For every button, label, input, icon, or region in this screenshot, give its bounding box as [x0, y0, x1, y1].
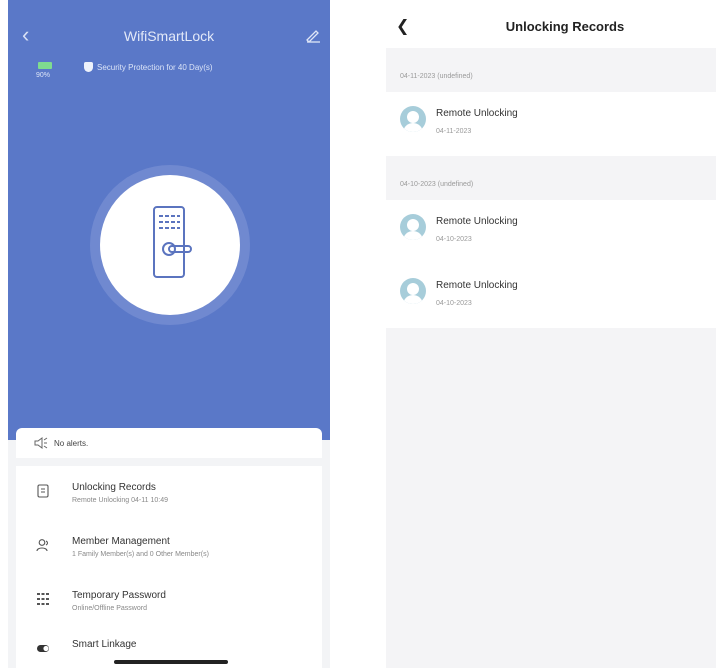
menu-item-title: Smart Linkage [72, 639, 137, 650]
menu-item-title: Member Management [72, 536, 170, 547]
page-title: WifiSmartLock [123, 28, 215, 44]
avatar [400, 214, 426, 240]
record-name: Remote Unlocking [436, 108, 518, 119]
battery-indicator: 90% [36, 62, 56, 79]
menu-item-title: Temporary Password [72, 590, 166, 601]
menu-item-title: Unlocking Records [72, 482, 156, 493]
record-item[interactable]: Remote Unlocking 04-10-2023 [386, 264, 716, 328]
alerts-bar: No alerts. [16, 428, 322, 458]
avatar [400, 106, 426, 132]
menu-item-subtitle: 1 Family Member(s) and 0 Other Member(s) [72, 551, 209, 558]
record-date: 04-10-2023 [436, 300, 472, 307]
battery-icon [38, 62, 52, 69]
battery-percent: 90% [36, 72, 51, 79]
menu-item-temporary-password[interactable]: Temporary Password Online/Offline Passwo… [16, 580, 322, 630]
shield-check-icon [84, 62, 93, 72]
lock-home-screen: ‹ WifiSmartLock 90% Security Protection … [8, 0, 330, 668]
record-date: 04-10-2023 [436, 236, 472, 243]
records-header: ❮ Unlocking Records [386, 0, 716, 48]
door-lock-icon [153, 206, 192, 278]
alerts-text: No alerts. [54, 438, 89, 448]
document-icon [37, 484, 49, 498]
speaker-icon [34, 437, 48, 449]
unlocking-records-screen: ❮ Unlocking Records 04-11-2023 (undefine… [386, 0, 716, 668]
record-item[interactable]: Remote Unlocking 04-11-2023 [386, 92, 716, 156]
menu-item-subtitle: Online/Offline Password [72, 605, 147, 612]
home-indicator [114, 660, 228, 664]
lock-hero-panel: ‹ WifiSmartLock 90% Security Protection … [8, 0, 330, 440]
menu-item-member-management[interactable]: Member Management 1 Family Member(s) and… [16, 526, 322, 576]
security-status: Security Protection for 40 Day(s) [84, 62, 213, 72]
menu-item-subtitle: Remote Unlocking 04-11 10:49 [72, 497, 168, 504]
page-title: Unlocking Records [505, 19, 625, 34]
record-name: Remote Unlocking [436, 216, 518, 227]
menu-item-unlocking-records[interactable]: Unlocking Records Remote Unlocking 04-11… [16, 472, 322, 522]
avatar [400, 278, 426, 304]
date-group-header: 04-10-2023 (undefined) [400, 181, 474, 188]
toggle-icon [37, 645, 49, 652]
top-bar: ‹ WifiSmartLock [8, 22, 330, 52]
record-item[interactable]: Remote Unlocking 04-10-2023 [386, 200, 716, 264]
keypad-icon [37, 593, 49, 605]
record-date: 04-11-2023 [436, 128, 472, 135]
date-group-header: 04-11-2023 (undefined) [400, 73, 473, 80]
edit-pencil-icon[interactable] [304, 26, 322, 44]
security-text: Security Protection for 40 Day(s) [97, 62, 213, 72]
record-name: Remote Unlocking [436, 280, 518, 291]
members-icon [36, 539, 48, 552]
feature-menu: Unlocking Records Remote Unlocking 04-11… [16, 466, 322, 668]
